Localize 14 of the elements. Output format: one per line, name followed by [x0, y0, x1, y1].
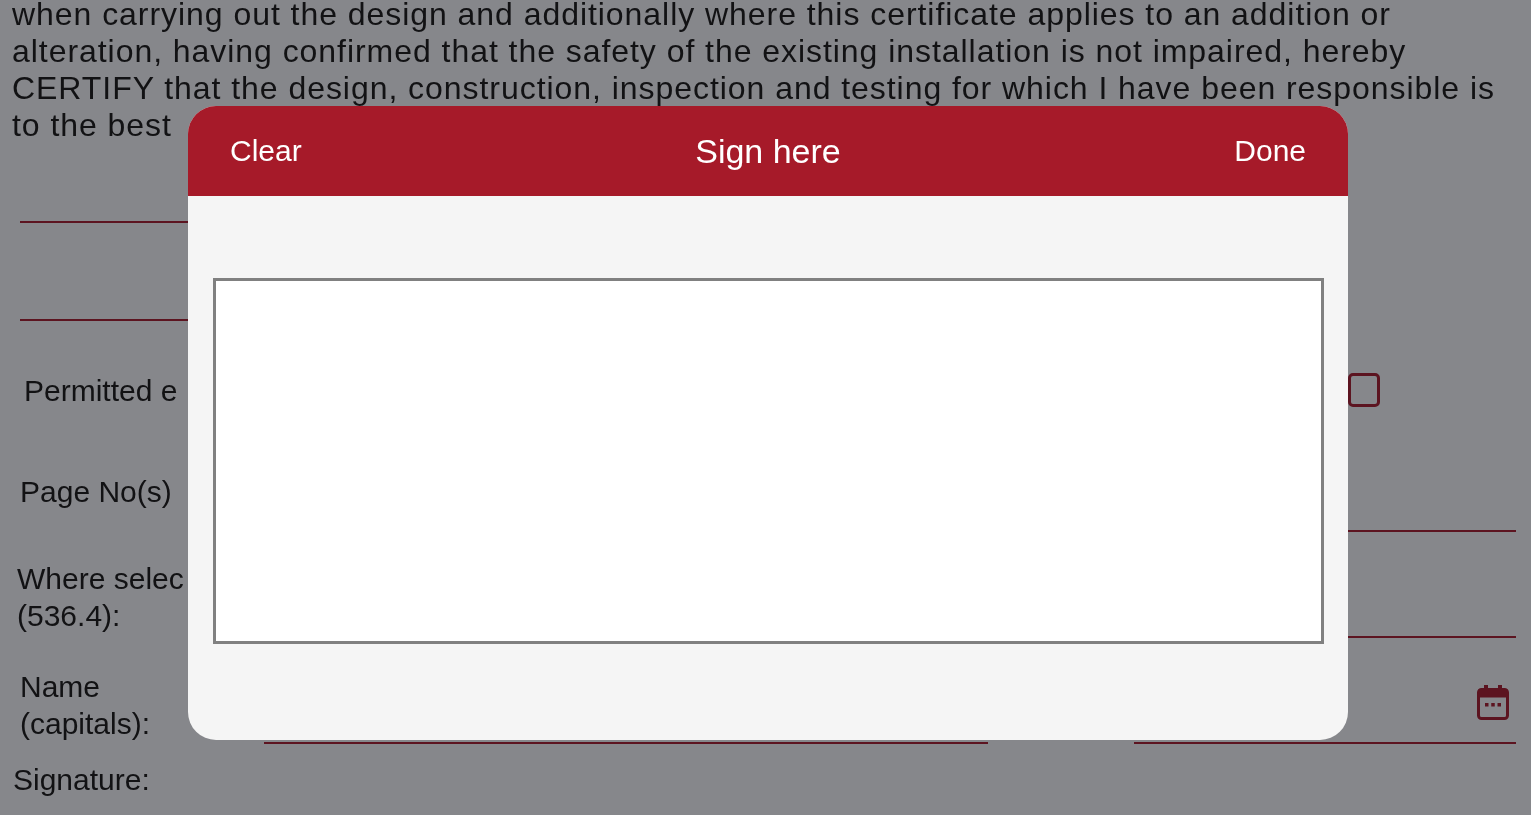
done-button[interactable]: Done	[1232, 130, 1308, 172]
field-label: Permitted e	[24, 373, 178, 409]
field-label: Page No(s)	[20, 474, 172, 510]
calendar-icon[interactable]	[1477, 684, 1509, 720]
field-label: Name (capitals):	[20, 669, 152, 742]
field-label: Where selec (536.4):	[17, 561, 185, 634]
dialog-title: Sign here	[695, 131, 841, 171]
fill-in-line[interactable]	[1348, 530, 1516, 532]
clear-button[interactable]: Clear	[228, 130, 304, 172]
signature-pad[interactable]	[213, 278, 1324, 644]
field-label: Signature:	[13, 762, 150, 798]
fill-in-line[interactable]	[20, 319, 188, 321]
fill-in-line[interactable]	[1348, 636, 1516, 638]
fill-in-line[interactable]	[20, 221, 188, 223]
